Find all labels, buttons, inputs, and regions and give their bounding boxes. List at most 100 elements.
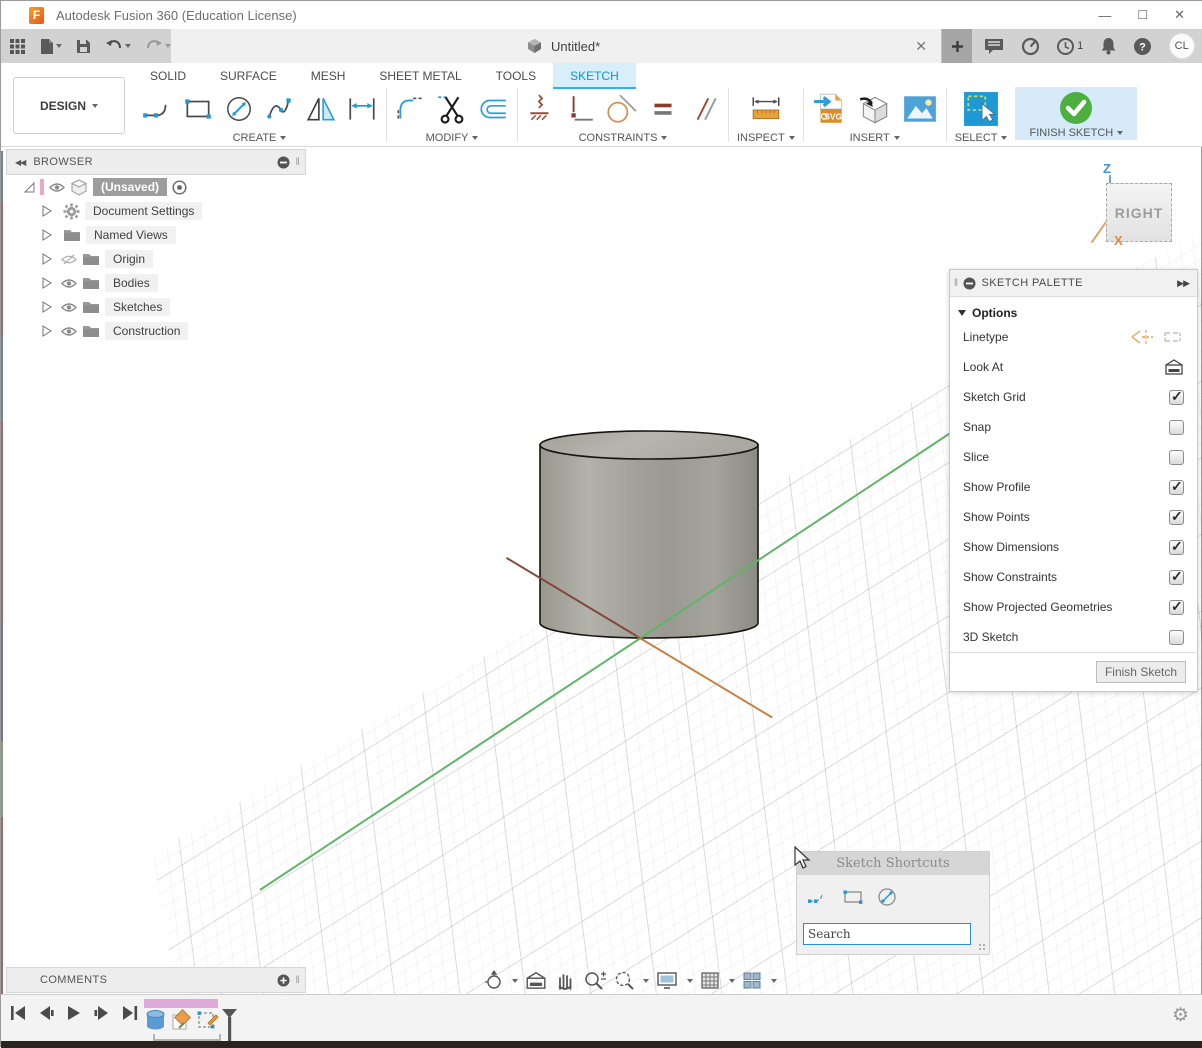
show-constraints-checkbox[interactable] bbox=[1169, 570, 1184, 585]
insert-mesh-icon[interactable] bbox=[857, 91, 893, 127]
eye-visible-icon[interactable] bbox=[61, 278, 77, 289]
collapsed-arrow-icon[interactable] bbox=[42, 253, 52, 265]
sketch-palette-header[interactable]: ‖ SKETCH PALETTE ▶▶ bbox=[950, 270, 1197, 297]
browser-root-row[interactable]: (Unsaved) bbox=[6, 175, 306, 199]
browser-row-sketches[interactable]: Sketches bbox=[6, 295, 306, 319]
finish-sketch-icon[interactable] bbox=[1058, 90, 1094, 126]
save-button[interactable] bbox=[76, 39, 91, 54]
redo-button[interactable] bbox=[145, 39, 171, 54]
select-menu[interactable]: SELECT bbox=[955, 132, 1008, 144]
sketch-grid-checkbox[interactable] bbox=[1169, 390, 1184, 405]
pan-icon[interactable] bbox=[554, 970, 576, 992]
resize-grip[interactable] bbox=[978, 943, 987, 952]
tab-mesh[interactable]: MESH bbox=[294, 63, 363, 89]
dropdown-caret-icon[interactable] bbox=[729, 979, 735, 983]
remove-panel-icon[interactable] bbox=[963, 277, 976, 290]
eye-hidden-icon[interactable] bbox=[61, 253, 77, 266]
tab-sketch[interactable]: SKETCH bbox=[553, 63, 636, 89]
centerline-linetype-icon[interactable] bbox=[1130, 327, 1154, 347]
browser-row-named-views[interactable]: Named Views bbox=[6, 223, 306, 247]
browser-item-label[interactable]: Origin bbox=[105, 250, 153, 268]
timeline-cylinder-feature[interactable] bbox=[144, 1009, 167, 1032]
collapsed-arrow-icon[interactable] bbox=[42, 277, 52, 289]
fillet-tool-icon[interactable] bbox=[395, 93, 427, 125]
new-tab-button[interactable] bbox=[942, 29, 972, 63]
show-points-checkbox[interactable] bbox=[1169, 510, 1184, 525]
options-section-header[interactable]: Options bbox=[950, 297, 1197, 322]
root-document-label[interactable]: (Unsaved) bbox=[93, 178, 167, 196]
constraints-menu[interactable]: CONSTRAINTS bbox=[579, 132, 668, 144]
show-dimensions-checkbox[interactable] bbox=[1169, 540, 1184, 555]
collapsed-arrow-icon[interactable] bbox=[42, 229, 52, 241]
browser-row-construction[interactable]: Construction bbox=[6, 319, 306, 343]
extensions-button[interactable] bbox=[1021, 37, 1040, 56]
sketch-shortcuts-title[interactable]: Sketch Shortcuts bbox=[797, 852, 989, 875]
timeline-edit-sketch-feature[interactable] bbox=[196, 1009, 219, 1032]
timeline-sketch-feature[interactable] bbox=[170, 1009, 193, 1032]
tab-solid[interactable]: SOLID bbox=[133, 63, 203, 89]
browser-item-label[interactable]: Document Settings bbox=[85, 202, 202, 220]
insert-svg-icon[interactable]: SVG bbox=[812, 91, 848, 127]
grid-display-icon[interactable] bbox=[700, 971, 722, 991]
inspect-menu[interactable]: INSPECT bbox=[737, 132, 795, 144]
slice-checkbox[interactable] bbox=[1169, 450, 1184, 465]
display-settings-icon[interactable] bbox=[656, 971, 680, 991]
job-status-button[interactable]: 1 bbox=[1056, 37, 1083, 56]
snap-checkbox[interactable] bbox=[1169, 420, 1184, 435]
parallel-constraint-icon[interactable] bbox=[688, 93, 720, 125]
remove-panel-icon[interactable] bbox=[277, 156, 290, 169]
show-projected-geometries-checkbox[interactable] bbox=[1169, 600, 1184, 615]
panel-resize-handle[interactable]: ‖ bbox=[954, 278, 959, 289]
play-button[interactable] bbox=[65, 1004, 83, 1022]
file-menu-button[interactable] bbox=[40, 38, 62, 55]
tab-surface[interactable]: SURFACE bbox=[203, 63, 294, 89]
panel-resize-handle[interactable]: ‖ bbox=[295, 975, 300, 986]
view-cube[interactable]: RIGHT Z X bbox=[1086, 161, 1196, 256]
eye-visible-icon[interactable] bbox=[61, 302, 77, 313]
finish-sketch-menu[interactable]: FINISH SKETCH bbox=[1029, 127, 1123, 139]
rectangle-shortcut-icon[interactable] bbox=[842, 888, 864, 906]
browser-item-label[interactable]: Sketches bbox=[105, 298, 170, 316]
browser-header[interactable]: ◀◀ BROWSER ‖ bbox=[6, 149, 306, 175]
timeline-settings-gear-icon[interactable]: ⚙ bbox=[1172, 1004, 1189, 1027]
fix-constraint-icon[interactable] bbox=[526, 93, 556, 125]
tangent-constraint-icon[interactable] bbox=[604, 93, 638, 125]
browser-item-label[interactable]: Named Views bbox=[86, 226, 176, 244]
line-tool-icon[interactable] bbox=[141, 93, 173, 125]
dimension-tool-icon[interactable] bbox=[346, 93, 378, 125]
tab-tools[interactable]: TOOLS bbox=[479, 63, 553, 89]
go-to-start-button[interactable] bbox=[9, 1004, 27, 1022]
activate-target-icon[interactable] bbox=[172, 180, 187, 195]
browser-item-label[interactable]: Construction bbox=[105, 322, 188, 340]
circle-shortcut-icon[interactable] bbox=[877, 887, 897, 907]
collapse-panel-icon[interactable]: ◀◀ bbox=[15, 158, 25, 167]
create-menu[interactable]: CREATE bbox=[233, 132, 287, 144]
show-profile-checkbox[interactable] bbox=[1169, 480, 1184, 495]
design-workspace-selector[interactable]: DESIGN bbox=[13, 77, 125, 134]
eye-visible-icon[interactable] bbox=[61, 326, 77, 337]
comments-bar[interactable]: COMMENTS ‖ bbox=[6, 967, 306, 993]
orbit-icon[interactable] bbox=[483, 970, 505, 992]
viewports-icon[interactable] bbox=[742, 971, 764, 991]
go-to-end-button[interactable] bbox=[121, 1004, 139, 1022]
user-avatar[interactable]: CL bbox=[1169, 33, 1195, 59]
minimize-button[interactable]: — bbox=[1098, 8, 1111, 23]
close-button[interactable]: ✕ bbox=[1174, 7, 1185, 23]
fit-icon[interactable] bbox=[614, 970, 636, 992]
expanded-arrow-icon[interactable] bbox=[24, 182, 35, 193]
help-button[interactable]: ? bbox=[1133, 37, 1152, 56]
document-tab[interactable]: Untitled* ✕ bbox=[171, 29, 942, 63]
rectangle-tool-icon[interactable] bbox=[182, 93, 214, 125]
look-at-icon[interactable] bbox=[525, 971, 547, 991]
construction-linetype-icon[interactable] bbox=[1162, 328, 1184, 346]
cylinder-body[interactable] bbox=[534, 424, 764, 648]
shortcuts-search-input[interactable] bbox=[803, 923, 971, 945]
finish-sketch-button[interactable]: Finish Sketch bbox=[1096, 661, 1186, 683]
tab-close-button[interactable]: ✕ bbox=[915, 38, 927, 55]
maximize-button[interactable]: ☐ bbox=[1137, 8, 1148, 22]
add-comment-icon[interactable] bbox=[277, 974, 290, 987]
panel-resize-handle[interactable]: ‖ bbox=[295, 157, 300, 168]
line-shortcut-icon[interactable] bbox=[807, 888, 829, 906]
insert-image-icon[interactable] bbox=[902, 94, 938, 124]
timeline-position-marker[interactable] bbox=[222, 1009, 238, 1043]
